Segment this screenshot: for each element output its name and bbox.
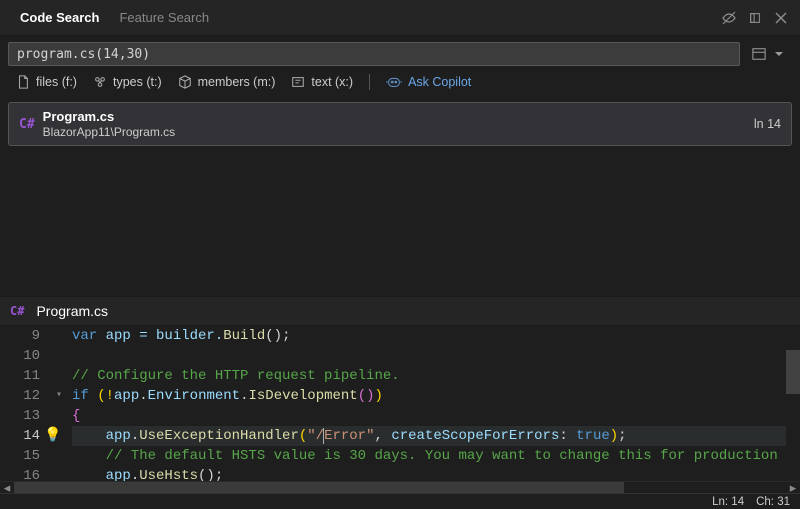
editor-csharp-badge: C# [10, 304, 24, 318]
csharp-badge: C# [19, 117, 35, 132]
search-bar [8, 42, 792, 66]
editor-filename: Program.cs [36, 303, 108, 319]
search-result-item[interactable]: C# Program.cs BlazorApp11\Program.cs ln … [8, 102, 792, 146]
tab-code-search[interactable]: Code Search [10, 4, 109, 31]
search-input[interactable] [8, 42, 740, 66]
fold-chevron-icon[interactable]: ▾ [56, 386, 62, 406]
view-options-icon[interactable] [750, 45, 768, 63]
filter-files-label: files (f:) [36, 75, 77, 89]
filter-files[interactable]: files (f:) [16, 75, 77, 89]
vertical-scrollbar[interactable] [786, 326, 800, 500]
types-icon [93, 75, 107, 89]
pin-icon[interactable] [746, 9, 764, 27]
close-icon[interactable] [772, 9, 790, 27]
tab-feature-search[interactable]: Feature Search [109, 4, 219, 31]
filter-bar: files (f:) types (t:) members (m:) text … [0, 66, 800, 98]
ask-copilot-button[interactable]: Ask Copilot [386, 75, 471, 89]
filter-types-label: types (t:) [113, 75, 162, 89]
copilot-icon [386, 75, 402, 89]
filter-text-label: text (x:) [311, 75, 353, 89]
code-editor[interactable]: 910111213141516171819 💡 ▾ var app = buil… [0, 326, 800, 500]
title-bar: Code Search Feature Search [0, 0, 800, 36]
status-line: Ln: 14 [712, 496, 744, 508]
result-info: Program.cs BlazorApp11\Program.cs [43, 109, 754, 139]
line-gutter: 910111213141516171819 [0, 326, 48, 500]
filter-members[interactable]: members (m:) [178, 75, 276, 89]
preview-off-icon[interactable] [720, 9, 738, 27]
vscroll-thumb[interactable] [786, 350, 800, 394]
editor-tab-header: C# Program.cs [0, 296, 800, 326]
ask-copilot-label: Ask Copilot [408, 75, 471, 89]
text-icon [291, 75, 305, 89]
dropdown-chevron-icon[interactable] [770, 45, 788, 63]
horizontal-scrollbar[interactable]: ◂ ▸ [0, 481, 800, 493]
file-icon [16, 75, 30, 89]
result-filename: Program.cs [43, 109, 754, 124]
filter-separator [369, 74, 370, 90]
cube-icon [178, 75, 192, 89]
filter-text[interactable]: text (x:) [291, 75, 353, 89]
result-line-label: ln 14 [754, 117, 781, 131]
filter-members-label: members (m:) [198, 75, 276, 89]
status-bar: Ln: 14 Ch: 31 [0, 493, 800, 509]
code-content[interactable]: var app = builder.Build();// Configure t… [72, 326, 800, 500]
status-col: Ch: 31 [756, 496, 790, 508]
lightbulb-icon[interactable]: 💡 [44, 426, 61, 446]
filter-types[interactable]: types (t:) [93, 75, 162, 89]
result-path: BlazorApp11\Program.cs [43, 125, 754, 139]
